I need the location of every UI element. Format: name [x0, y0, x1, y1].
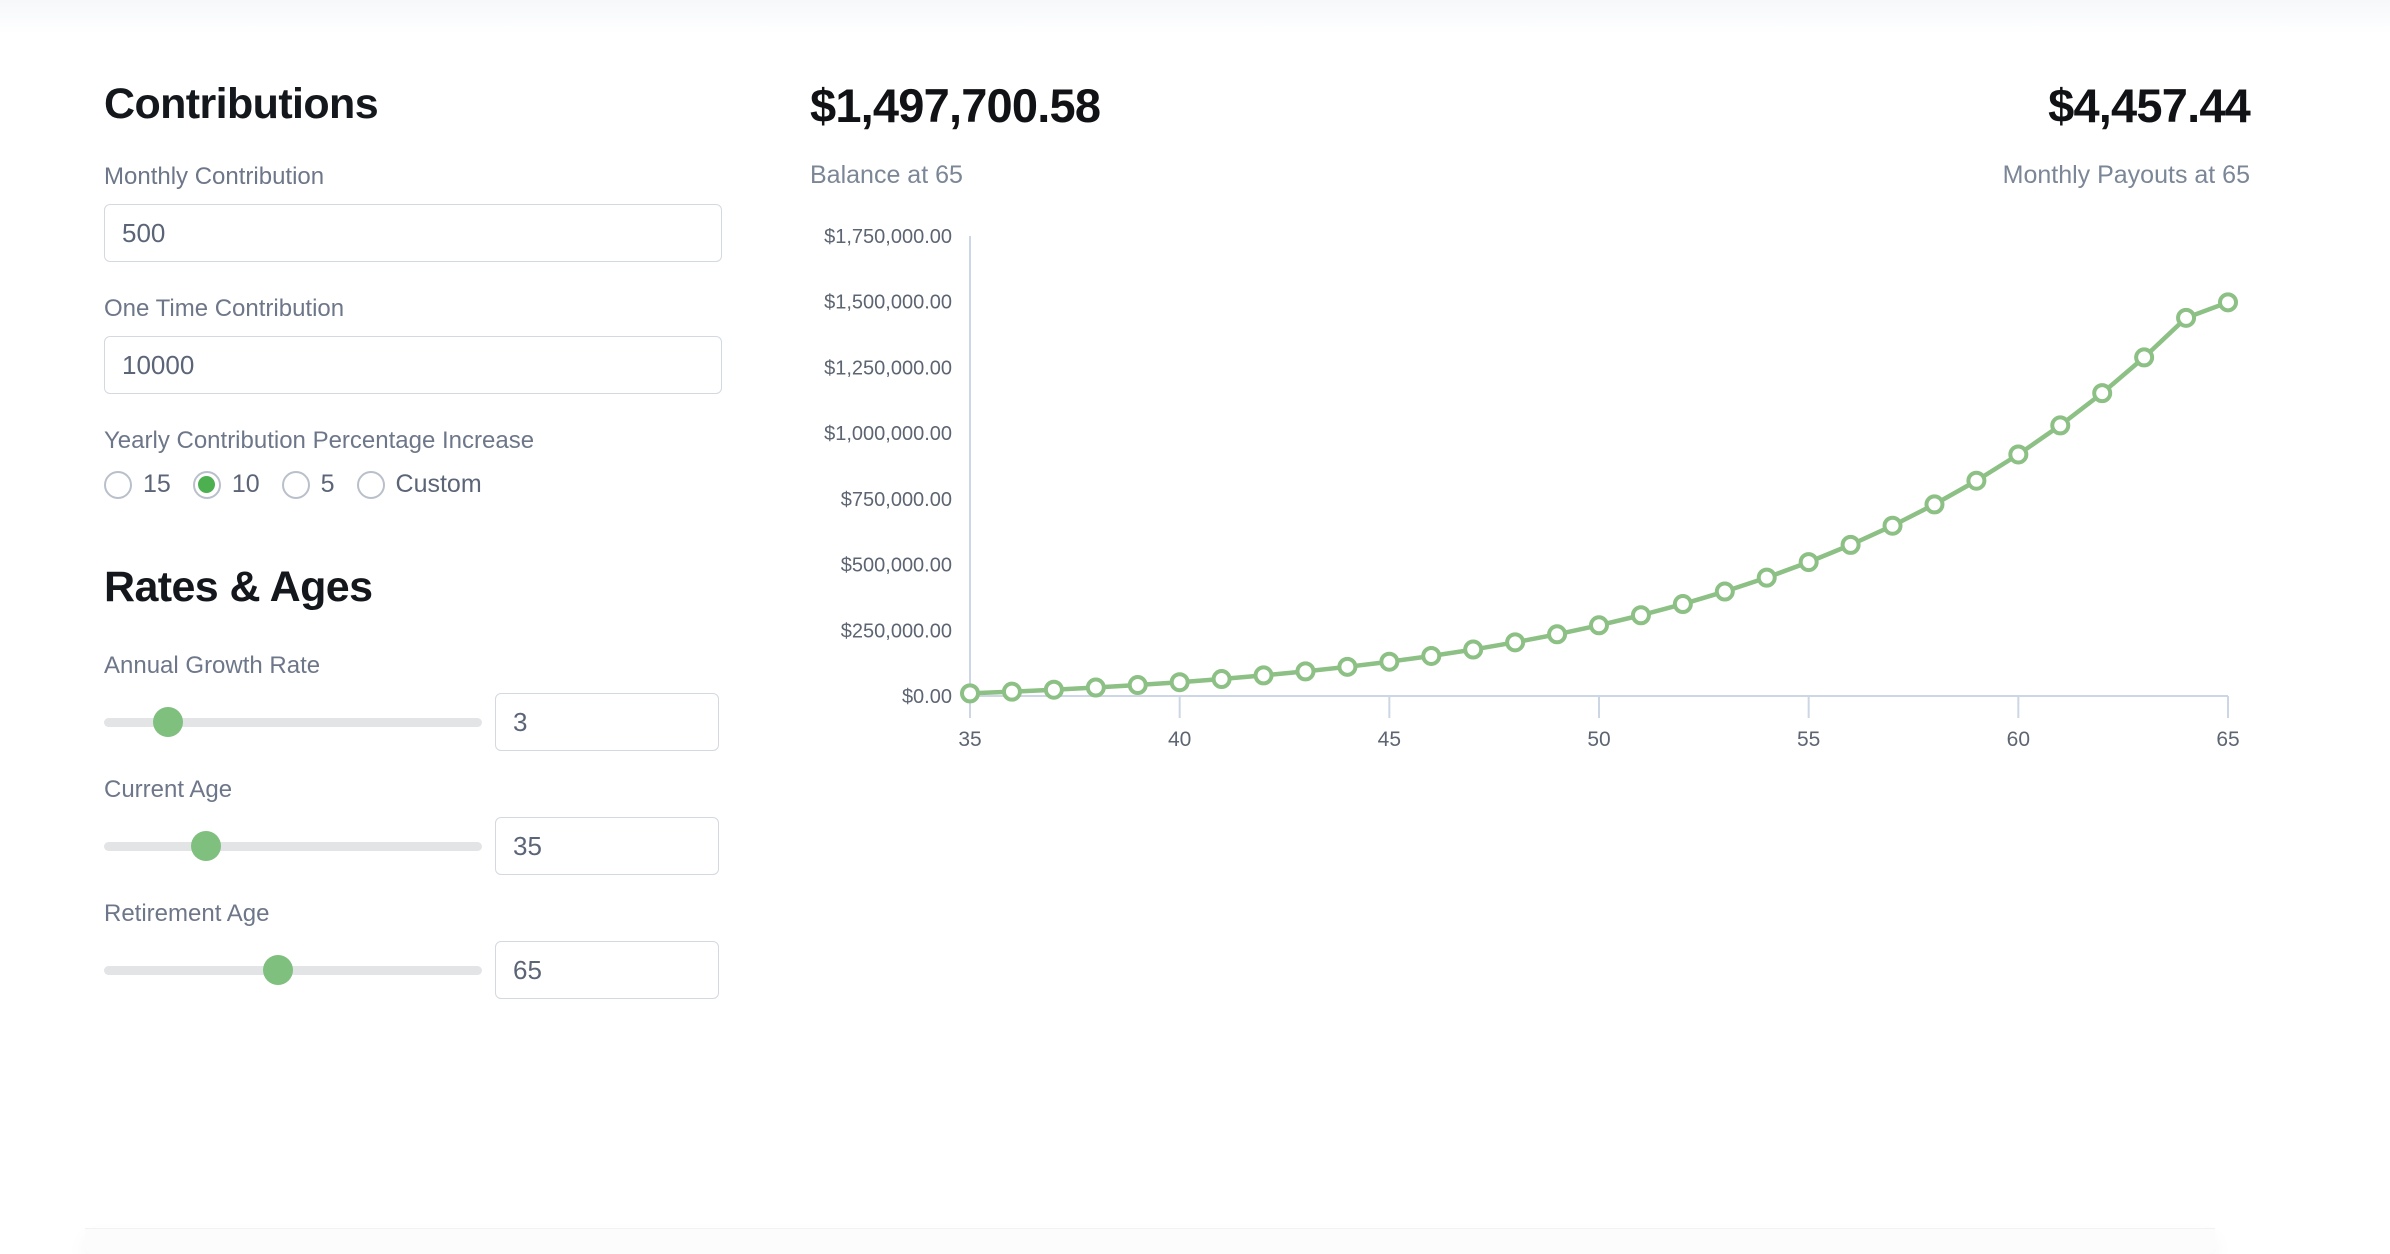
results-panel: $1,497,700.58 Balance at 65 $4,457.44 Mo…: [810, 78, 2251, 768]
one-time-contribution-input[interactable]: [104, 336, 722, 394]
chart-data-point[interactable]: [1924, 494, 1945, 515]
balance-growth-chart: $0.00 $250,000.00 $500,000.00 $750,000.00 $1…: [810, 228, 2250, 768]
annual-growth-rate-value-input[interactable]: [495, 693, 719, 751]
x-axis-tick-label: 55: [1797, 728, 1820, 751]
balance-caption: Balance at 65: [810, 161, 963, 189]
one-time-contribution-label: One Time Contribution: [104, 295, 345, 322]
radio-circle-15-icon[interactable]: [104, 470, 132, 499]
yearly-increase-label: Yearly Contribution Percentage Increase: [104, 427, 535, 454]
chart-data-point[interactable]: [960, 683, 980, 704]
y-axis-tick-label: $1,500,000.00: [824, 292, 952, 314]
y-axis-tick-label: $250,000.00: [841, 620, 952, 642]
chart-data-point[interactable]: [2092, 383, 2113, 404]
radio-option-5[interactable]: 5: [281, 470, 335, 499]
retirement-age-value-input[interactable]: [495, 941, 719, 999]
chart-data-point[interactable]: [2176, 307, 2197, 328]
retirement-age-label: Retirement Age: [104, 900, 270, 927]
y-axis-tick-label: $1,750,000.00: [824, 228, 952, 248]
payout-stat: $4,457.44 Monthly Payouts at 65: [2002, 78, 2251, 190]
radio-option-15[interactable]: 15: [104, 470, 171, 499]
chart-data-point[interactable]: [1463, 639, 1484, 660]
summary-stats-row: $1,497,700.58 Balance at 65 $4,457.44 Mo…: [810, 78, 2251, 190]
y-axis-tick-label: $500,000.00: [841, 555, 952, 577]
chart-data-point[interactable]: [1295, 661, 1316, 682]
chart-data-point[interactable]: [1127, 675, 1148, 696]
radio-circle-custom-icon[interactable]: [356, 470, 385, 499]
annual-growth-rate-label: Annual Growth Rate: [104, 652, 321, 679]
balance-growth-chart-svg: $0.00 $250,000.00 $500,000.00 $750,000.00 $1…: [824, 228, 2240, 751]
monthly-contribution-label: Monthly Contribution: [104, 163, 325, 190]
balance-stat: $1,497,700.58 Balance at 65: [810, 78, 1101, 190]
chart-data-point[interactable]: [1253, 665, 1274, 686]
current-age-label: Current Age: [104, 776, 233, 803]
annual-growth-rate-slider[interactable]: [104, 706, 482, 738]
chart-data-point[interactable]: [2218, 292, 2238, 313]
chart-data-point[interactable]: [1756, 567, 1777, 588]
balance-value: $1,497,700.58: [810, 79, 1101, 132]
chart-data-point[interactable]: [2134, 347, 2155, 368]
radio-label-5: 5: [320, 470, 335, 498]
chart-data-point[interactable]: [1421, 645, 1442, 666]
chart-data-point[interactable]: [1211, 669, 1232, 690]
chart-data-point[interactable]: [1672, 594, 1693, 615]
current-age-track[interactable]: [104, 841, 482, 851]
chart-data-point[interactable]: [1505, 632, 1526, 653]
x-axis-tick-label: 40: [1168, 728, 1191, 751]
radio-label-15: 15: [143, 470, 171, 498]
chart-data-point[interactable]: [1714, 581, 1735, 602]
chart-data-point[interactable]: [1379, 651, 1400, 672]
y-axis-tick-label: $1,250,000.00: [824, 357, 952, 379]
calculator-page: Contributions Monthly Contribution One T…: [0, 0, 2390, 1254]
annual-growth-rate-thumb[interactable]: [153, 707, 184, 737]
chart-data-point[interactable]: [1798, 552, 1819, 573]
x-axis-tick-label: 35: [958, 728, 981, 751]
radio-option-10[interactable]: 10: [192, 470, 260, 499]
yearly-increase-radio-group: 15 10 5 Custom: [104, 470, 724, 499]
chart-data-point[interactable]: [1043, 679, 1064, 700]
contributions-heading: Contributions: [104, 80, 379, 128]
current-age-slider[interactable]: [104, 830, 482, 862]
rates-ages-heading: Rates & Ages: [104, 563, 373, 611]
payout-value: $4,457.44: [2048, 79, 2251, 132]
current-age-value-input[interactable]: [495, 817, 719, 875]
chart-data-point[interactable]: [1169, 672, 1190, 693]
y-axis-tick-label: $0.00: [902, 686, 952, 708]
x-axis-tick-label: 60: [2007, 728, 2030, 751]
payout-caption: Monthly Payouts at 65: [2002, 161, 2250, 189]
chart-data-point[interactable]: [1630, 605, 1651, 626]
chart-data-point[interactable]: [1966, 470, 1987, 491]
current-age-thumb[interactable]: [191, 831, 222, 861]
radio-option-custom[interactable]: Custom: [356, 470, 482, 499]
y-axis-tick-label: $750,000.00: [841, 489, 952, 511]
chart-data-point[interactable]: [1085, 677, 1106, 698]
retirement-age-thumb[interactable]: [262, 955, 293, 985]
chart-data-point[interactable]: [1840, 534, 1861, 555]
chart-data-point[interactable]: [1882, 515, 1903, 536]
monthly-contribution-input[interactable]: [104, 204, 722, 262]
retirement-age-track[interactable]: [104, 965, 482, 975]
y-axis-tick-label: $1,000,000.00: [824, 423, 952, 445]
chart-data-point[interactable]: [1589, 615, 1609, 636]
annual-growth-rate-row: [104, 693, 724, 751]
chart-data-point[interactable]: [1547, 624, 1568, 645]
radio-label-10: 10: [231, 470, 260, 498]
chart-data-point[interactable]: [1001, 681, 1022, 702]
inputs-panel: Contributions Monthly Contribution One T…: [104, 78, 724, 999]
x-axis-tick-label: 50: [1587, 728, 1610, 751]
calculator-layout: Contributions Monthly Contribution One T…: [0, 0, 2390, 1254]
radio-label-custom: Custom: [395, 470, 482, 498]
current-age-row: [104, 817, 724, 875]
retirement-age-slider[interactable]: [104, 954, 482, 986]
x-axis-tick-label: 45: [1378, 728, 1401, 751]
chart-data-point[interactable]: [2008, 444, 2029, 465]
page-bottom-card-edge: [85, 1228, 2215, 1254]
radio-circle-5-icon[interactable]: [281, 470, 310, 499]
x-axis-tick-label: 65: [2216, 728, 2239, 751]
chart-data-point[interactable]: [2050, 415, 2071, 436]
chart-data-point[interactable]: [1337, 656, 1358, 677]
retirement-age-row: [104, 941, 724, 999]
radio-circle-10-icon[interactable]: [192, 470, 221, 499]
